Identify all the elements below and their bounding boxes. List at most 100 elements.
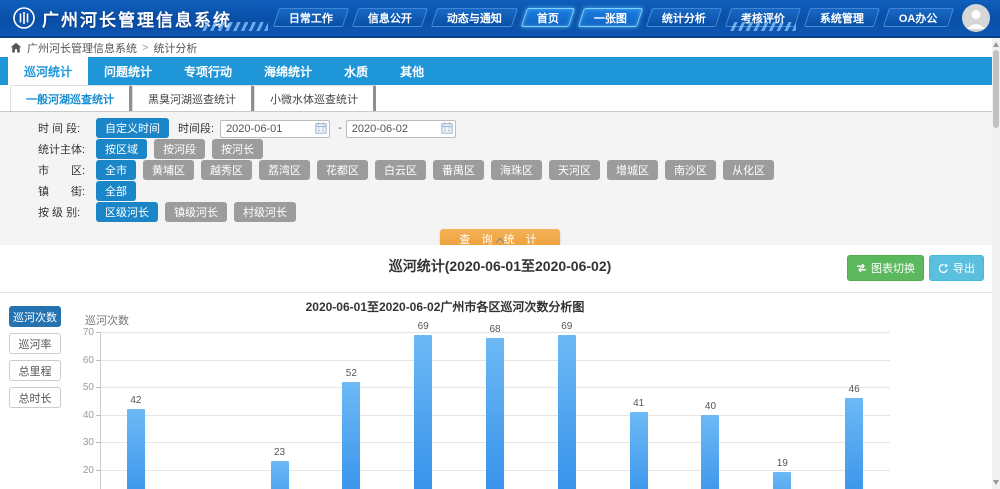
person-icon bbox=[962, 4, 990, 32]
bar[interactable] bbox=[773, 472, 791, 489]
nav-item[interactable]: 动态与通知 bbox=[431, 8, 518, 27]
main-tab[interactable]: 海绵统计 bbox=[248, 57, 328, 85]
bar[interactable] bbox=[845, 398, 863, 489]
chart-title: 2020-06-01至2020-06-02广州市各区巡河次数分析图 bbox=[0, 298, 890, 315]
bar[interactable] bbox=[342, 382, 360, 489]
chart-switch-button[interactable]: 图表切换 bbox=[847, 255, 924, 281]
main-tab[interactable]: 问题统计 bbox=[88, 57, 168, 85]
user-avatar[interactable] bbox=[962, 4, 990, 32]
custom-time-button[interactable]: 自定义时间 bbox=[96, 118, 169, 138]
date-start-input[interactable] bbox=[220, 120, 330, 138]
nav-item[interactable]: 一张图 bbox=[578, 8, 643, 27]
filter-option-button[interactable]: 黄埔区 bbox=[143, 160, 194, 180]
nav-item[interactable]: 日常工作 bbox=[273, 8, 349, 27]
filter-option-button[interactable]: 全部 bbox=[96, 181, 136, 201]
filter-option-button[interactable]: 按河段 bbox=[154, 139, 205, 159]
time-label: 时 间 段: bbox=[38, 120, 96, 136]
date-end-box bbox=[346, 119, 456, 137]
bar[interactable] bbox=[127, 409, 145, 489]
nav-item-label: 统计分析 bbox=[662, 10, 706, 26]
nav-item-label: 动态与通知 bbox=[447, 10, 502, 26]
bar[interactable] bbox=[558, 335, 576, 489]
nav-item-label: 系统管理 bbox=[820, 10, 864, 26]
main-tab-bar: 巡河统计问题统计专项行动海绵统计水质其他 bbox=[0, 57, 1000, 85]
export-icon bbox=[938, 263, 949, 274]
filter-option-button[interactable]: 白云区 bbox=[375, 160, 426, 180]
sub-tab[interactable]: 小微水体巡查统计 bbox=[254, 85, 376, 111]
nav-decor-hatch bbox=[202, 22, 268, 31]
date-range-dash: - bbox=[338, 122, 342, 134]
town-options: 全部 bbox=[96, 181, 143, 201]
brand: 广州河长管理信息系统 bbox=[12, 6, 232, 31]
nav-item[interactable]: 首页 bbox=[521, 8, 575, 27]
y-tick-label: 70 bbox=[70, 327, 94, 338]
main-tab[interactable]: 其他 bbox=[384, 57, 440, 85]
filter-option-button[interactable]: 按区域 bbox=[96, 139, 147, 159]
filter-option-button[interactable]: 按河长 bbox=[212, 139, 263, 159]
sub-tab[interactable]: 一般河湖巡查统计 bbox=[10, 85, 132, 111]
filter-panel: 时 间 段: 自定义时间 时间段: - 统计主体: 按区域按河段按河长 市 区:… bbox=[0, 112, 1000, 245]
bar[interactable] bbox=[414, 335, 432, 489]
bar[interactable] bbox=[701, 415, 719, 489]
filter-option-button[interactable]: 天河区 bbox=[549, 160, 600, 180]
filter-option-button[interactable]: 区级河长 bbox=[96, 202, 158, 222]
scrollbar-thumb[interactable] bbox=[993, 50, 999, 128]
breadcrumb-current: 统计分析 bbox=[153, 40, 197, 56]
filter-option-button[interactable]: 镇级河长 bbox=[165, 202, 227, 222]
metric-button[interactable]: 总里程 bbox=[9, 360, 61, 381]
subject-options: 按区域按河段按河长 bbox=[96, 139, 270, 159]
town-label: 镇 街: bbox=[38, 183, 96, 199]
nav-item-label: OA办公 bbox=[899, 10, 938, 26]
district-options: 全市黄埔区越秀区荔湾区花都区白云区番禺区海珠区天河区增城区南沙区从化区 bbox=[96, 160, 781, 180]
filter-option-button[interactable]: 越秀区 bbox=[201, 160, 252, 180]
date-end-input[interactable] bbox=[346, 120, 456, 138]
sub-tab-bar: 一般河湖巡查统计黑臭河湖巡查统计小微水体巡查统计 bbox=[0, 85, 1000, 112]
y-axis-name: 巡河次数 bbox=[85, 312, 129, 328]
filter-option-button[interactable]: 海珠区 bbox=[491, 160, 542, 180]
filter-option-button[interactable]: 花都区 bbox=[317, 160, 368, 180]
metric-button[interactable]: 总时长 bbox=[9, 387, 61, 408]
level-options: 区级河长镇级河长村级河长 bbox=[96, 202, 303, 222]
date-start-box bbox=[220, 119, 330, 137]
chart-switch-label: 图表切换 bbox=[871, 260, 915, 276]
filter-option-button[interactable]: 南沙区 bbox=[665, 160, 716, 180]
scrollbar-up-arrow[interactable] bbox=[993, 42, 999, 47]
filter-option-button[interactable]: 从化区 bbox=[723, 160, 774, 180]
nav-item[interactable]: 信息公开 bbox=[352, 8, 428, 27]
filter-option-button[interactable]: 番禺区 bbox=[433, 160, 484, 180]
brand-logo-icon bbox=[12, 6, 36, 30]
nav-item[interactable]: 统计分析 bbox=[646, 8, 722, 27]
chart-area: 2020-06-01至2020-06-02广州市各区巡河次数分析图 巡河次数巡河… bbox=[0, 292, 1000, 489]
vertical-scrollbar[interactable] bbox=[992, 38, 1000, 489]
bar-value-label: 46 bbox=[834, 384, 874, 395]
level-label: 按 级 别: bbox=[38, 204, 96, 220]
breadcrumb-root[interactable]: 广州河长管理信息系统 bbox=[27, 40, 137, 56]
sub-tab[interactable]: 黑臭河湖巡查统计 bbox=[132, 85, 254, 111]
bar-value-label: 52 bbox=[331, 368, 371, 379]
export-button[interactable]: 导出 bbox=[929, 255, 984, 281]
y-tick-label: 20 bbox=[70, 465, 94, 476]
collapse-panel-caret[interactable] bbox=[496, 236, 504, 244]
filter-option-button[interactable]: 村级河长 bbox=[234, 202, 296, 222]
export-label: 导出 bbox=[953, 260, 975, 276]
nav-item[interactable]: 系统管理 bbox=[804, 8, 880, 27]
breadcrumb: 广州河长管理信息系统 > 统计分析 bbox=[0, 38, 1000, 57]
filter-option-button[interactable]: 增城区 bbox=[607, 160, 658, 180]
main-tab[interactable]: 专项行动 bbox=[168, 57, 248, 85]
nav-item[interactable]: OA办公 bbox=[883, 8, 954, 27]
filter-option-button[interactable]: 全市 bbox=[96, 160, 136, 180]
bar[interactable] bbox=[630, 412, 648, 489]
main-tab[interactable]: 巡河统计 bbox=[8, 57, 88, 85]
calendar-icon[interactable] bbox=[315, 122, 327, 134]
bar[interactable] bbox=[486, 338, 504, 489]
bar-value-label: 19 bbox=[762, 458, 802, 469]
metric-button[interactable]: 巡河次数 bbox=[9, 306, 61, 327]
filter-option-button[interactable]: 荔湾区 bbox=[259, 160, 310, 180]
scrollbar-down-arrow[interactable] bbox=[993, 480, 999, 485]
bar[interactable] bbox=[271, 461, 289, 489]
bar-value-label: 68 bbox=[475, 324, 515, 335]
metric-button[interactable]: 巡河率 bbox=[9, 333, 61, 354]
main-tab[interactable]: 水质 bbox=[328, 57, 384, 85]
metric-buttons: 巡河次数巡河率总里程总时长 bbox=[9, 306, 61, 408]
calendar-icon[interactable] bbox=[441, 122, 453, 134]
